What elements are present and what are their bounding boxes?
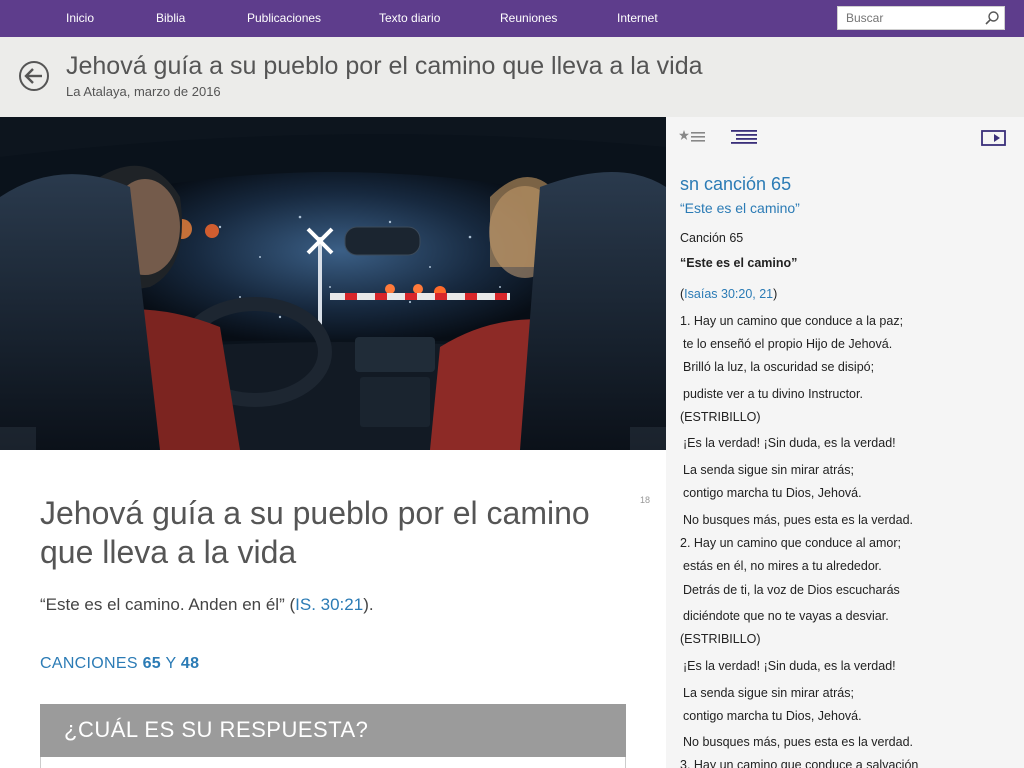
isaias-link[interactable]: Isaías 30:20, 21 bbox=[684, 287, 773, 301]
nav-biblia[interactable]: Biblia bbox=[156, 11, 185, 25]
lyric-line: La senda sigue sin mirar atrás; bbox=[683, 463, 854, 477]
scripture-link[interactable]: IS. 30:21 bbox=[295, 595, 363, 614]
lyric-line: pudiste ver a tu divino Instructor. bbox=[683, 387, 863, 401]
header-title: Jehová guía a su pueblo por el camino qu… bbox=[66, 52, 703, 80]
page-number: 18 bbox=[640, 495, 651, 505]
lyric-line: 1. Hay un camino que conduce a la paz; bbox=[680, 314, 904, 328]
nav-internet[interactable]: Internet bbox=[617, 11, 658, 25]
lyric-line: 2. Hay un camino que conduce al amor; bbox=[680, 536, 901, 550]
hero-image bbox=[0, 117, 666, 450]
theme-scripture: “Este es el camino. Anden en él” (IS. 30… bbox=[40, 595, 374, 614]
question-heading: ¿CUÁL ES SU RESPUESTA? bbox=[64, 717, 369, 742]
top-nav: Inicio Biblia Publicaciones Texto diario… bbox=[0, 0, 1024, 37]
question-box-border bbox=[40, 757, 626, 768]
nav-texto-diario[interactable]: Texto diario bbox=[379, 11, 440, 25]
side-subtitle: “Este es el camino” bbox=[680, 200, 800, 216]
nav-inicio[interactable]: Inicio bbox=[66, 11, 94, 25]
song-link-48[interactable]: 48 bbox=[181, 655, 199, 672]
song-link-65[interactable]: 65 bbox=[143, 655, 161, 672]
lyric-line: La senda sigue sin mirar atrás; bbox=[683, 686, 854, 700]
lyric-line: contigo marcha tu Dios, Jehová. bbox=[683, 486, 862, 500]
header-subtitle: La Atalaya, marzo de 2016 bbox=[66, 84, 221, 99]
article-body: 18 Jehová guía a su pueblo por el camino… bbox=[0, 450, 666, 768]
lyric-line: 3. Hay un camino que conduce a salvación bbox=[680, 758, 919, 768]
lyric-line: No busques más, pues esta es la verdad. bbox=[683, 513, 913, 527]
lyric-chorus-label: (ESTRIBILLO) bbox=[680, 410, 761, 424]
question-heading-box: ¿CUÁL ES SU RESPUESTA? bbox=[40, 704, 626, 757]
song-reference: (Isaías 30:20, 21) bbox=[680, 287, 778, 301]
lyric-line: No busques más, pues esta es la verdad. bbox=[683, 735, 913, 749]
side-panel: sn canción 65 “Este es el camino” Canció… bbox=[666, 117, 1024, 768]
panel-toggle-icon[interactable] bbox=[981, 130, 1006, 146]
lyric-line: Detrás de ti, la voz de Dios escucharás bbox=[683, 583, 900, 597]
article-title: Jehová guía a su pueblo por el camino qu… bbox=[40, 495, 590, 570]
song-title: “Este es el camino” bbox=[680, 256, 798, 270]
song-label: Canción 65 bbox=[680, 231, 744, 245]
lyric-line: ¡Es la verdad! ¡Sin duda, es la verdad! bbox=[683, 436, 896, 450]
article-header: Jehová guía a su pueblo por el camino qu… bbox=[0, 37, 1024, 117]
lyric-chorus-label: (ESTRIBILLO) bbox=[680, 632, 761, 646]
lyric-line: estás en él, no mires a tu alrededor. bbox=[683, 559, 882, 573]
nav-publicaciones[interactable]: Publicaciones bbox=[247, 11, 321, 25]
back-arrow-icon[interactable] bbox=[18, 60, 50, 92]
search-input[interactable] bbox=[846, 10, 976, 26]
lyric-line: Brilló la luz, la oscuridad se disipó; bbox=[683, 360, 875, 374]
songs-line: CANCIONES 65 Y 48 bbox=[40, 655, 200, 672]
lyric-line: te lo enseñó el propio Hijo de Jehová. bbox=[683, 337, 893, 351]
search-icon[interactable] bbox=[984, 10, 1000, 26]
indented-list-icon[interactable] bbox=[731, 130, 757, 144]
lyric-line: contigo marcha tu Dios, Jehová. bbox=[683, 709, 862, 723]
star-list-icon[interactable] bbox=[679, 130, 707, 144]
search-box bbox=[837, 6, 1005, 30]
nav-reuniones[interactable]: Reuniones bbox=[500, 11, 557, 25]
lyric-line: ¡Es la verdad! ¡Sin duda, es la verdad! bbox=[683, 659, 896, 673]
side-title: sn canción 65 bbox=[680, 174, 792, 194]
lyric-line: diciéndote que no te vayas a desviar. bbox=[683, 609, 889, 623]
